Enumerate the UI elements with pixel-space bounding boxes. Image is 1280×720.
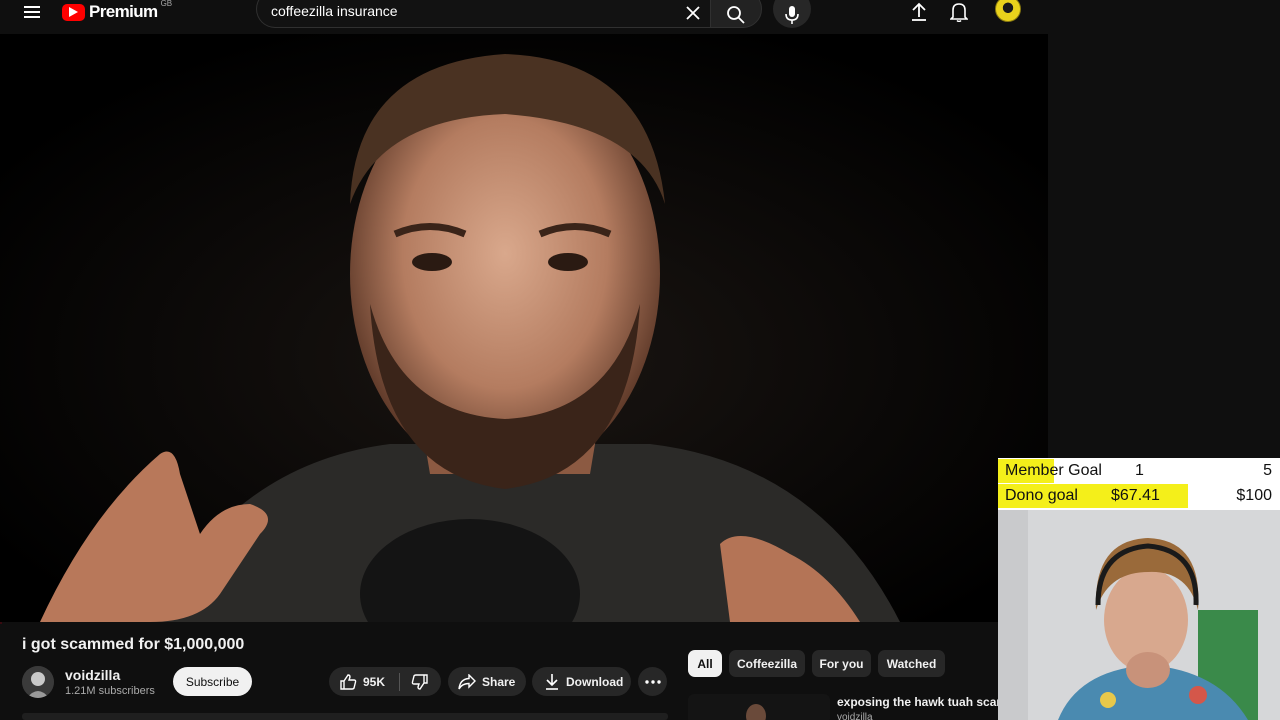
description-box-edge — [22, 713, 668, 720]
member-goal-current: 1 — [1135, 462, 1144, 479]
dono-goal-label: Dono goal — [1005, 487, 1078, 504]
dono-goal-target: $100 — [1236, 487, 1272, 504]
download-icon — [546, 673, 558, 690]
search-icon — [727, 6, 745, 24]
video-frame — [0, 34, 1048, 622]
clear-search-button[interactable] — [682, 2, 704, 24]
chip-all[interactable]: All — [688, 650, 722, 677]
search-button[interactable] — [710, 0, 762, 28]
share-button[interactable]: Share — [448, 667, 526, 696]
logo-text: Premium — [89, 2, 158, 21]
download-button[interactable]: Download — [532, 667, 631, 696]
download-label: Download — [566, 674, 624, 689]
menu-icon — [24, 6, 40, 18]
close-icon — [686, 6, 700, 20]
search-input[interactable]: coffeezilla insurance — [256, 0, 710, 28]
bell-icon — [950, 3, 968, 22]
like-dislike-group: 95K — [329, 667, 441, 696]
share-icon — [458, 673, 476, 689]
webcam-feed — [998, 510, 1280, 720]
youtube-play-icon — [62, 3, 85, 21]
chip-coffeezilla[interactable]: Coffeezilla — [729, 650, 805, 677]
subscriber-count: 1.21M subscribers — [65, 685, 155, 697]
more-actions-button[interactable] — [638, 667, 667, 696]
youtube-premium-logo[interactable]: Premium GB — [62, 0, 172, 24]
more-horizontal-icon — [644, 679, 661, 684]
search-query: coffeezilla insurance — [271, 3, 398, 19]
member-goal-target: 5 — [1263, 462, 1272, 479]
country-code: GB — [160, 0, 173, 8]
upload-icon — [912, 2, 926, 21]
dono-goal-current: $67.41 — [1111, 487, 1160, 504]
voice-search-button[interactable] — [773, 0, 811, 28]
menu-button[interactable] — [20, 0, 44, 24]
channel-name[interactable]: voidzilla — [65, 667, 120, 683]
thumbs-up-icon — [340, 673, 357, 690]
share-label: Share — [482, 674, 516, 689]
chip-for-you[interactable]: For you — [812, 650, 871, 677]
recommendation-title[interactable]: exposing the hawk tuah scam — [837, 695, 1007, 709]
thumbnail-image — [688, 694, 830, 720]
recommendation-channel: voidzilla — [837, 712, 873, 720]
channel-avatar[interactable] — [22, 666, 54, 698]
streamer-webcam — [998, 510, 1280, 720]
stream-goal-overlay: Member Goal 1 5 Dono goal $67.41 $100 — [998, 458, 1280, 510]
like-count: 95K — [363, 674, 386, 689]
thumbs-down-icon — [411, 673, 428, 690]
subscribe-button[interactable]: Subscribe — [173, 667, 252, 696]
channel-avatar-image — [22, 666, 54, 698]
dono-goal-row: Dono goal $67.41 $100 — [998, 484, 1280, 508]
recommendation-thumbnail[interactable] — [688, 694, 830, 720]
video-player[interactable] — [0, 34, 1048, 622]
like-button[interactable]: 95K — [329, 667, 399, 696]
notifications-button[interactable] — [947, 0, 971, 24]
dislike-button[interactable] — [400, 667, 440, 696]
youtube-watch-page: Premium GB coffeezilla insurance i got s… — [0, 0, 1280, 720]
mic-icon — [785, 6, 799, 24]
chip-watched[interactable]: Watched — [878, 650, 945, 677]
upload-button[interactable] — [907, 0, 931, 24]
video-title: i got scammed for $1,000,000 — [22, 636, 245, 653]
member-goal-label: Member Goal — [1005, 462, 1102, 479]
account-avatar[interactable] — [995, 0, 1021, 22]
top-bar: Premium GB coffeezilla insurance — [0, 0, 1048, 34]
member-goal-row: Member Goal 1 5 — [998, 459, 1280, 483]
